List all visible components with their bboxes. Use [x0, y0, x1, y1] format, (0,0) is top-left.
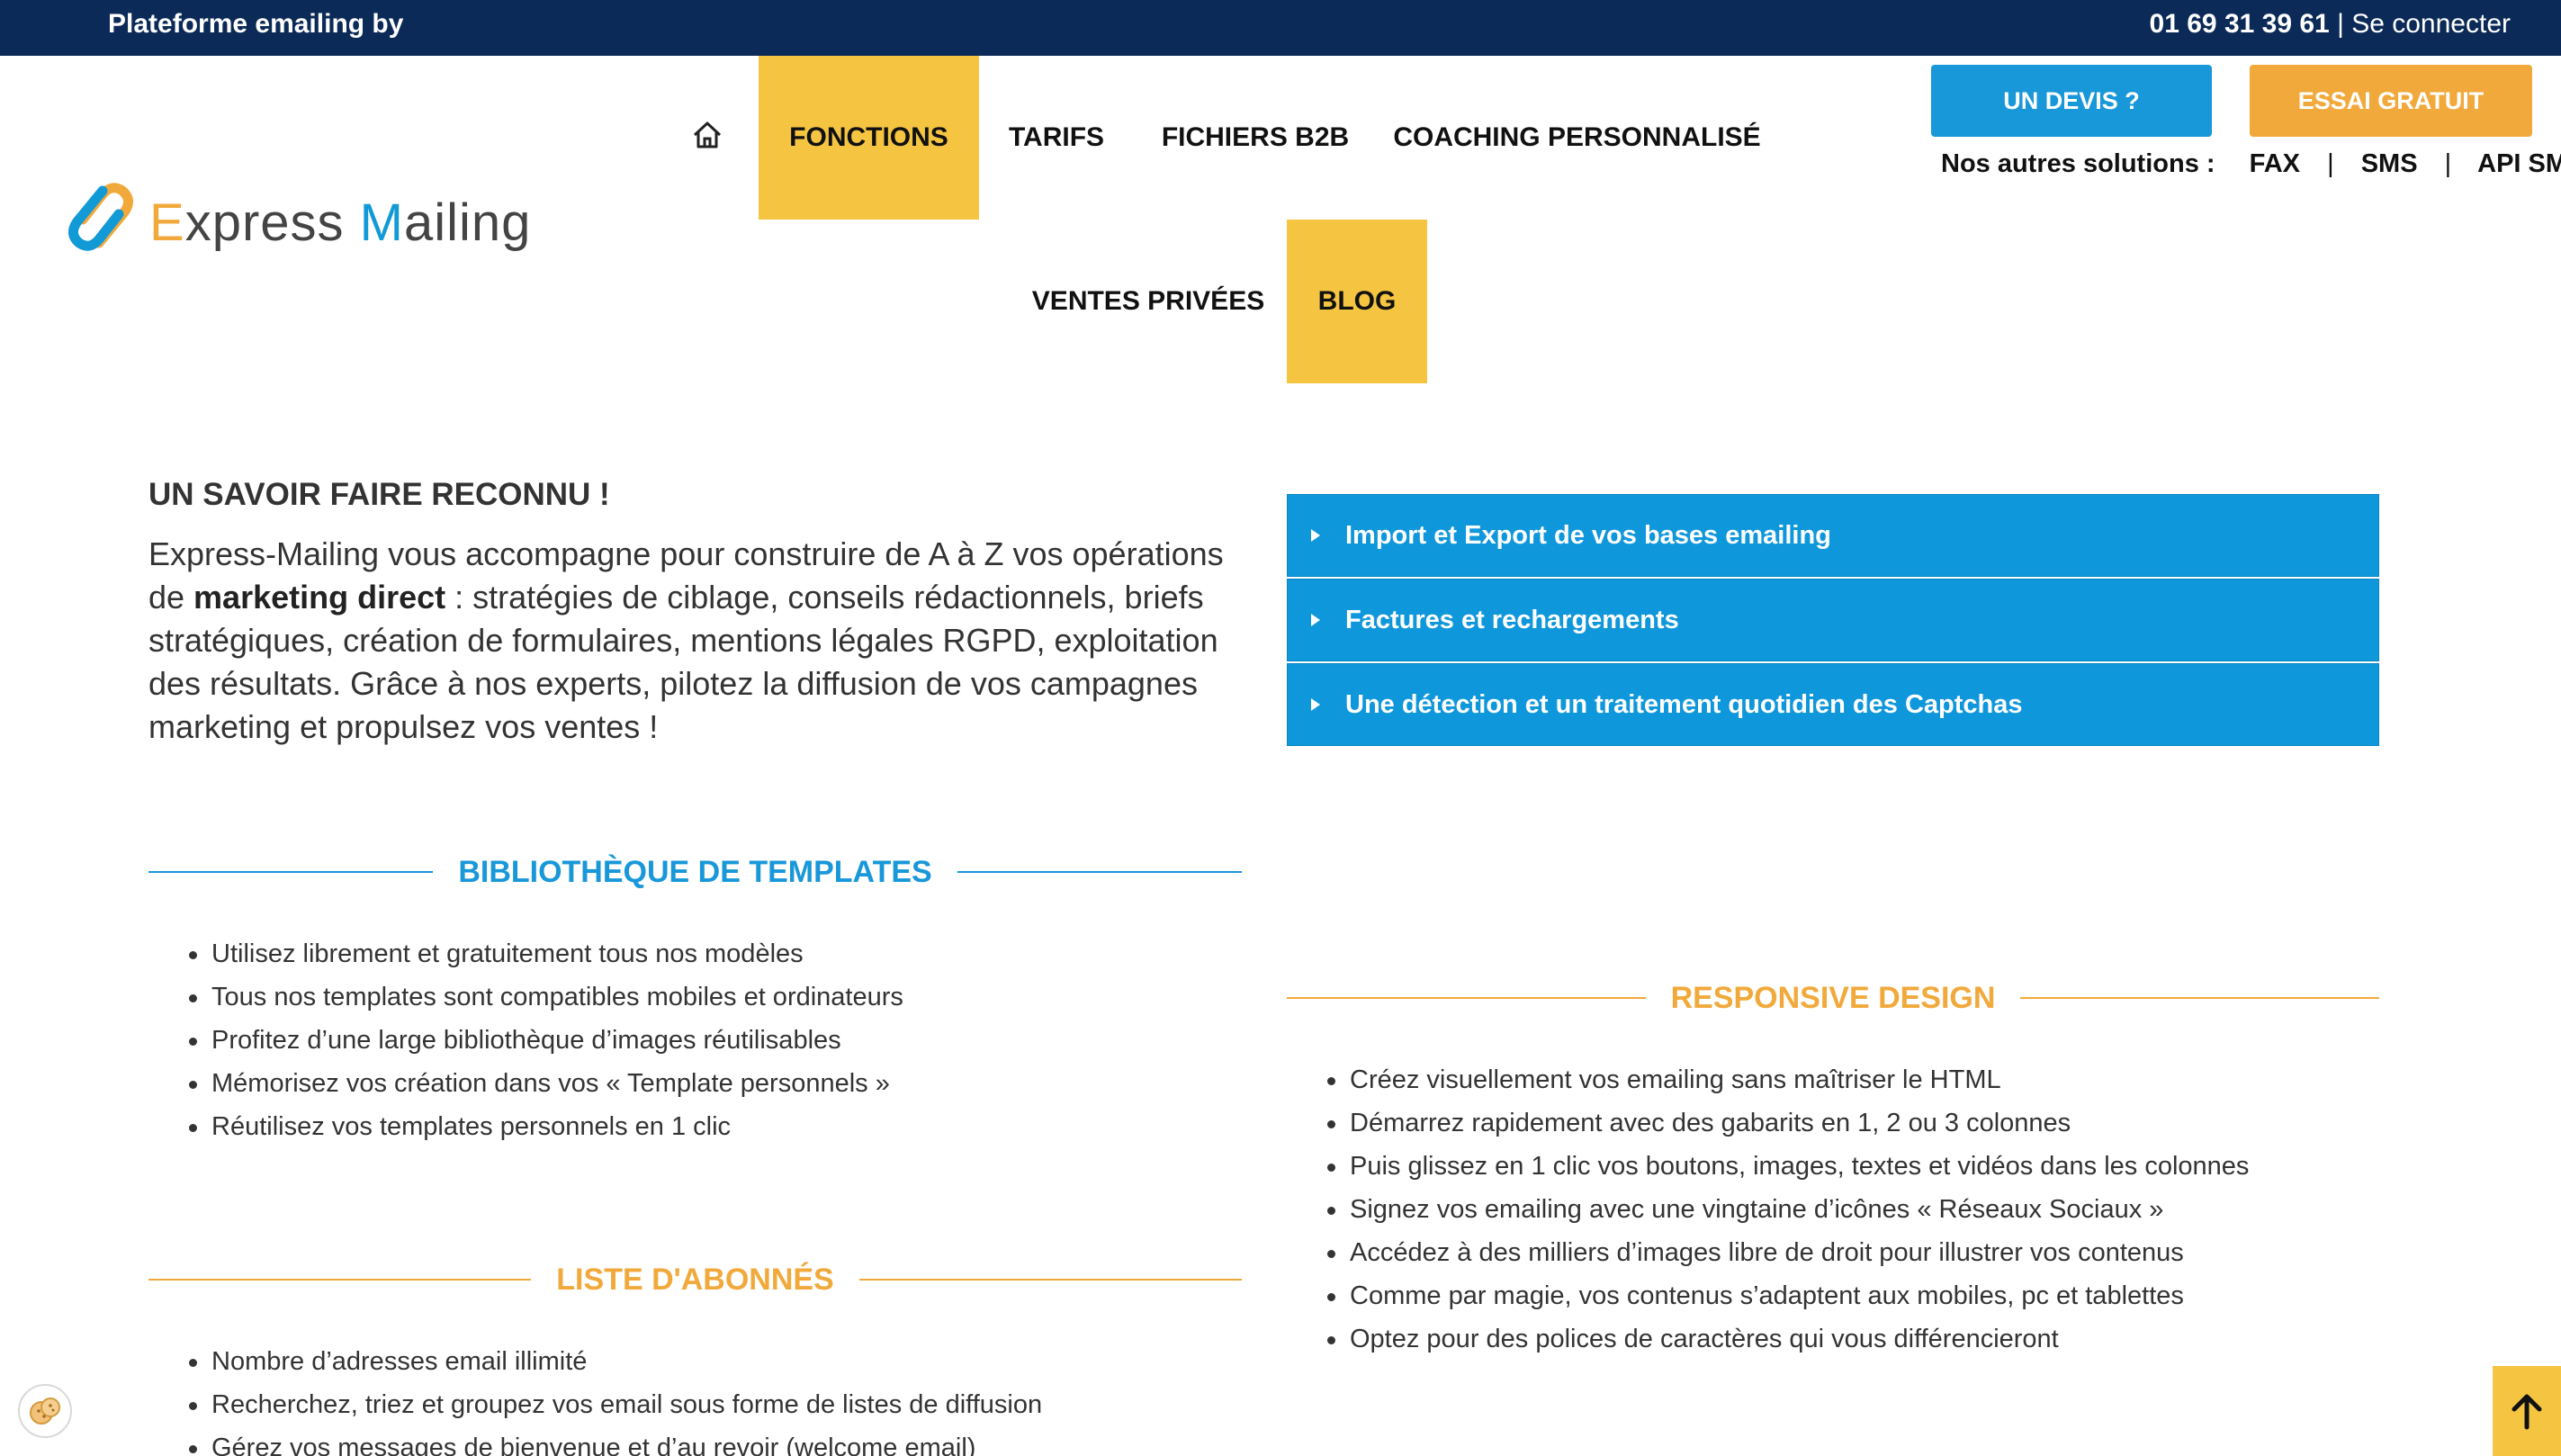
express-mailing-logo[interactable]: Express Mailing: [56, 176, 530, 257]
solution-link-sms[interactable]: SMS: [2361, 149, 2418, 178]
nav-item-tarifs[interactable]: TARIFS: [999, 56, 1114, 220]
top-bar-separator: |: [2337, 9, 2344, 39]
solutions-separator: |: [2327, 149, 2334, 178]
subscribers-list: Nombre d’adresses email illimité Recherc…: [148, 1340, 1042, 1456]
list-item: Accédez à des milliers d’images libre de…: [1287, 1231, 2249, 1274]
triangle-right-icon: [1311, 614, 1320, 626]
free-trial-button[interactable]: ESSAI GRATUIT: [2250, 65, 2532, 137]
responsive-list: Créez visuellement vos emailing sans maî…: [1287, 1058, 2249, 1361]
templates-list: Utilisez librement et gratuitement tous …: [148, 932, 903, 1148]
solution-link-fax[interactable]: FAX: [2250, 149, 2300, 178]
other-solutions-label: Nos autres solutions :: [1941, 149, 2215, 178]
login-link[interactable]: Se connecter: [2351, 9, 2511, 39]
section-heading: UN SAVOIR FAIRE RECONNU !: [148, 477, 610, 512]
quote-button[interactable]: UN DEVIS ?: [1931, 65, 2212, 137]
nav-home-icon[interactable]: [689, 117, 725, 153]
triangle-right-icon: [1311, 698, 1320, 711]
accordion-item-label: Une détection et un traitement quotidien…: [1345, 689, 2023, 719]
subscribers-title: LISTE D'ABONNÉS: [148, 1257, 1243, 1302]
divider: [2020, 997, 2379, 999]
arrow-up-icon: [2512, 1394, 2542, 1430]
nav-item-fichiers-b2b[interactable]: FICHIERS B2B: [1152, 56, 1359, 220]
divider: [148, 1279, 532, 1281]
templates-title-text: BIBLIOTHÈQUE DE TEMPLATES: [458, 854, 932, 889]
solution-link-api-smtp[interactable]: API SMTP: [2477, 149, 2561, 178]
intro-paragraph: Express-Mailing vous accompagne pour con…: [148, 535, 1224, 745]
list-item: Démarrez rapidement avec des gabarits en…: [1287, 1101, 2249, 1145]
list-item: Utilisez librement et gratuitement tous …: [148, 932, 903, 975]
accordion-item-label: Import et Export de vos bases emailing: [1345, 520, 1831, 550]
list-item: Mémorisez vos création dans vos « Templa…: [148, 1062, 903, 1105]
nav-item-ventes-privees[interactable]: VENTES PRIVÉES: [1032, 220, 1264, 383]
list-item: Nombre d’adresses email illimité: [148, 1340, 1042, 1383]
solutions-separator: |: [2444, 149, 2452, 178]
other-solutions: Nos autres solutions : FAX | SMS | API S…: [1941, 149, 2561, 179]
accordion-item-label: Factures et rechargements: [1345, 605, 1679, 634]
divider: [858, 1279, 1243, 1281]
templates-title: BIBLIOTHÈQUE DE TEMPLATES: [148, 849, 1243, 894]
divider: [1287, 997, 1646, 999]
phone-number[interactable]: 01 69 31 39 61: [2150, 9, 2330, 39]
list-item: Créez visuellement vos emailing sans maî…: [1287, 1058, 2249, 1101]
list-item: Tous nos templates sont compatibles mobi…: [148, 975, 903, 1019]
list-item: Profitez d’une large bibliothèque d’imag…: [148, 1019, 903, 1062]
paperclip-logo-icon: [68, 183, 133, 251]
accordion-item[interactable]: Import et Export de vos bases emailing: [1287, 494, 2379, 577]
list-item: Puis glissez en 1 clic vos boutons, imag…: [1287, 1145, 2249, 1188]
list-item: Signez vos emailing avec une vingtaine d…: [1287, 1188, 2249, 1231]
scroll-to-top-button[interactable]: [2493, 1366, 2561, 1456]
list-item: Gérez vos messages de bienvenue et d’au …: [148, 1426, 1042, 1456]
platform-tagline: Plateforme emailing by: [108, 9, 404, 39]
responsive-title: RESPONSIVE DESIGN: [1287, 975, 2379, 1020]
accordion-item[interactable]: Une détection et un traitement quotidien…: [1287, 663, 2379, 746]
accordion-item[interactable]: Factures et rechargements: [1287, 579, 2379, 661]
nav-item-blog[interactable]: BLOG: [1287, 220, 1427, 383]
list-item: Réutilisez vos templates personnels en 1…: [148, 1105, 903, 1148]
logo-wordmark: Express Mailing: [149, 193, 532, 252]
nav-item-coaching[interactable]: COACHING PERSONNALISÉ: [1393, 56, 1760, 220]
subscribers-title-text: LISTE D'ABONNÉS: [556, 1262, 834, 1297]
list-item: Comme par magie, vos contenus s’adaptent…: [1287, 1274, 2249, 1317]
top-bar: Plateforme emailing by 01 69 31 39 61 | …: [0, 0, 2561, 56]
intro-bold-text: marketing direct: [193, 579, 446, 616]
list-item: Optez pour des polices de caractères qui…: [1287, 1317, 2249, 1361]
divider: [148, 871, 434, 873]
cookie-icon[interactable]: [18, 1384, 72, 1438]
top-bar-contact: 01 69 31 39 61 | Se connecter: [2150, 9, 2511, 40]
faq-accordion: Import et Export de vos bases emailing F…: [1287, 494, 2379, 748]
divider: [957, 871, 1243, 873]
responsive-title-text: RESPONSIVE DESIGN: [1670, 980, 1996, 1015]
list-item: Recherchez, triez et groupez vos email s…: [148, 1383, 1042, 1426]
triangle-right-icon: [1311, 529, 1320, 542]
nav-item-fonctions[interactable]: FONCTIONS: [759, 56, 979, 220]
